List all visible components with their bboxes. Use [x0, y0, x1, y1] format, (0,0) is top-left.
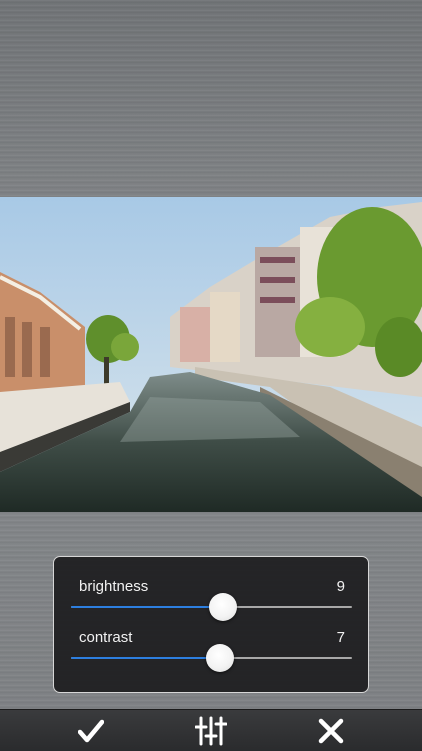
brightness-label: brightness	[79, 578, 149, 595]
contrast-slider-fill	[71, 657, 220, 659]
contrast-label: contrast	[79, 629, 133, 646]
adjust-button[interactable]	[181, 710, 241, 751]
contrast-slider-thumb[interactable]	[205, 644, 234, 672]
canal-photo-illustration	[0, 197, 422, 512]
sliders-icon	[195, 716, 227, 745]
apply-button[interactable]	[61, 710, 121, 751]
contrast-slider[interactable]	[71, 644, 352, 672]
cancel-button[interactable]	[301, 710, 361, 751]
brightness-slider-fill	[71, 606, 223, 608]
contrast-value: 7	[336, 629, 345, 646]
brightness-value: 9	[336, 578, 345, 595]
edited-photo	[0, 197, 422, 512]
checkmark-icon	[78, 719, 104, 742]
adjustment-panel: brightness 9 contrast 7	[53, 556, 369, 693]
close-icon	[318, 718, 344, 743]
brightness-slider[interactable]	[71, 593, 352, 621]
brightness-slider-thumb[interactable]	[208, 593, 237, 621]
bottom-toolbar	[0, 709, 422, 751]
